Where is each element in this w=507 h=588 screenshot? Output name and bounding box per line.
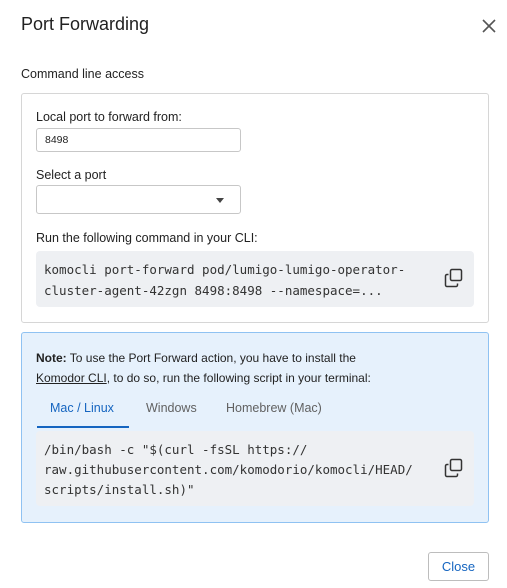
local-port-label: Local port to forward from: bbox=[36, 110, 182, 124]
tab-windows[interactable]: Windows bbox=[146, 401, 197, 415]
script-line-1: /bin/bash -c "$(curl -fsSL https:// bbox=[44, 442, 308, 457]
note-line-1-text: To use the Port Forward action, you have… bbox=[66, 351, 356, 365]
note-line-2: Komodor CLI, to do so, run the following… bbox=[36, 371, 371, 385]
select-port-label: Select a port bbox=[36, 168, 107, 182]
run-command-label: Run the following command in your CLI: bbox=[36, 231, 258, 245]
port-forward-command-box: komocli port-forward pod/lumigo-lumigo-o… bbox=[36, 251, 474, 307]
script-line-2: raw.githubusercontent.com/komodorio/komo… bbox=[44, 462, 413, 477]
local-port-input[interactable] bbox=[36, 128, 241, 152]
dialog-title: Port Forwarding bbox=[21, 14, 150, 34]
note-bold-prefix: Note: bbox=[36, 351, 67, 365]
note-line-1: Note: To use the Port Forward action, yo… bbox=[36, 351, 356, 365]
note-line-2-text: , to do so, run the following script in … bbox=[106, 371, 371, 385]
tab-homebrew-mac[interactable]: Homebrew (Mac) bbox=[226, 401, 322, 415]
port-forwarding-dialog: Port Forwarding Command line access Loca… bbox=[0, 0, 507, 588]
port-select[interactable] bbox=[36, 185, 241, 214]
close-button[interactable]: Close bbox=[428, 552, 489, 581]
komodor-cli-link[interactable]: Komodor CLI bbox=[36, 371, 107, 385]
close-icon[interactable] bbox=[479, 16, 499, 36]
command-line-access-label: Command line access bbox=[21, 67, 144, 81]
install-script-box: /bin/bash -c "$(curl -fsSL https:// raw.… bbox=[36, 431, 474, 506]
copy-icon[interactable] bbox=[444, 458, 464, 478]
command-line-2: cluster-agent-42zgn 8498:8498 --namespac… bbox=[44, 283, 383, 298]
copy-icon[interactable] bbox=[444, 268, 464, 288]
command-line-1: komocli port-forward pod/lumigo-lumigo-o… bbox=[44, 262, 406, 277]
tab-mac-linux[interactable]: Mac / Linux bbox=[50, 401, 114, 415]
caret-down-icon bbox=[216, 198, 224, 203]
script-line-3: scripts/install.sh)" bbox=[44, 482, 195, 497]
active-tab-indicator bbox=[37, 426, 129, 428]
